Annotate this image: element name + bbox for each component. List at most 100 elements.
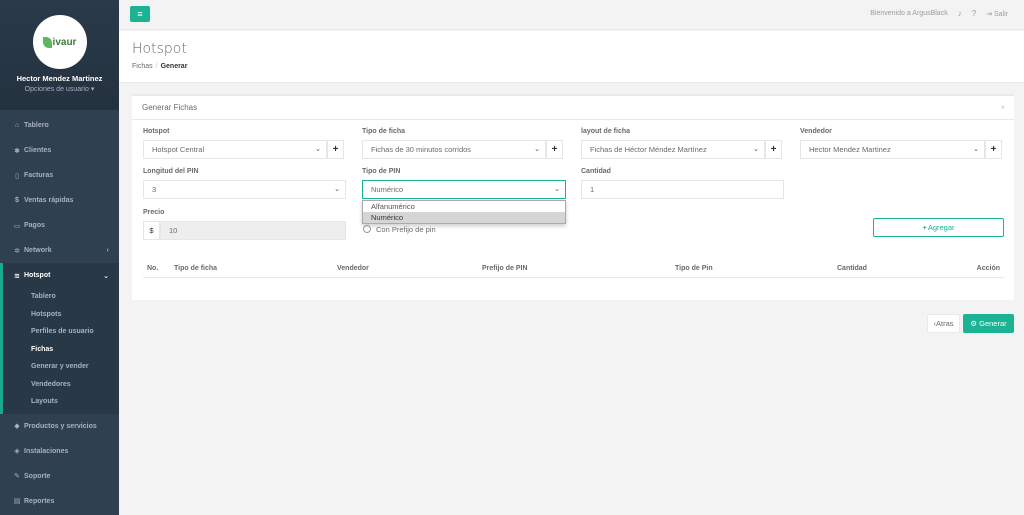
vendedor-label: Vendedor	[800, 128, 832, 135]
subitem-layouts[interactable]: Layouts	[3, 393, 119, 411]
sidebar-item-pagos[interactable]: ▭ Pagos	[0, 213, 119, 238]
tipo-pin-label: Tipo de PIN	[362, 168, 401, 175]
tag-icon: ◆	[14, 423, 20, 430]
sidebar-item-productos[interactable]: ◆ Productos y servicios	[0, 414, 119, 439]
hotspot-submenu: Tablero Hotspots Perfiles de usuario Fic…	[0, 288, 119, 414]
col-vendedor: Vendedor	[337, 265, 369, 272]
col-tipo-pin: Tipo de Pin	[675, 265, 713, 272]
plus-icon: +	[922, 223, 927, 232]
money-icon: ▭	[13, 222, 21, 230]
close-icon[interactable]: ×	[1000, 103, 1005, 112]
agregar-button[interactable]: + Agregar	[873, 218, 1004, 237]
top-right-area: Bienvenido a ArgusBlack ♪ ? ⇥ Salir	[870, 9, 1008, 18]
dashboard-icon: ⌂	[14, 122, 20, 129]
user-name: Hector Mendez Martinez	[16, 74, 103, 83]
diamond-icon: ◈	[14, 448, 20, 455]
option-alfanumerico[interactable]: Alfanumérico	[363, 201, 565, 212]
sidebar: ivaur Hector Mendez Martinez Opciones de…	[0, 0, 119, 515]
generar-button[interactable]: ⚙ Generar	[963, 314, 1014, 333]
table-header: No. Tipo de ficha Vendedor Prefijo de PI…	[143, 262, 1004, 278]
welcome-message: Bienvenido a ArgusBlack	[870, 10, 948, 17]
option-numerico[interactable]: Numérico	[363, 212, 565, 223]
currency-addon: $	[143, 221, 160, 240]
sidebar-item-clientes[interactable]: ✱ Clientes	[0, 138, 119, 163]
vendedor-select[interactable]: Hector Mendez Martinez ⌄	[800, 140, 985, 159]
chevron-left-icon: ‹	[106, 247, 109, 254]
sidebar-item-network[interactable]: ✲ Network ‹	[0, 238, 119, 263]
sidebar-nav: ⌂ Tablero ✱ Clientes ▯ Facturas $ Ventas ráp…	[0, 113, 119, 514]
gear-icon: ⚙	[970, 319, 978, 328]
sign-out-icon: ⇥	[986, 10, 993, 18]
page-heading: Hotspot Fichas / Generar	[119, 31, 1024, 83]
add-tipo-ficha-button[interactable]: +	[546, 140, 563, 159]
add-layout-button[interactable]: +	[765, 140, 782, 159]
tipo-pin-select[interactable]: Numérico ⌄	[362, 180, 566, 199]
user-options-dropdown[interactable]: Opciones de usuario ▾	[0, 85, 119, 93]
hotspot-select[interactable]: Hotspot Central ⌄	[143, 140, 327, 159]
help-icon[interactable]: ?	[972, 9, 976, 18]
longitud-pin-select[interactable]: 3 ⌄	[143, 180, 346, 199]
hamburger-icon: ≡	[137, 9, 143, 19]
col-cantidad: Cantidad	[837, 265, 867, 272]
leaf-icon	[42, 36, 52, 48]
logout-link[interactable]: ⇥ Salir	[986, 10, 1008, 18]
subitem-perfiles-usuario[interactable]: Perfiles de usuario	[3, 323, 119, 341]
subitem-fichas[interactable]: Fichas	[3, 341, 119, 359]
precio-label: Precio	[143, 209, 165, 216]
hotspot-label: Hotspot	[143, 128, 170, 135]
breadcrumb-fichas[interactable]: Fichas	[132, 63, 153, 70]
prefijo-radio[interactable]	[363, 225, 371, 233]
chevron-down-icon: ⌄	[103, 272, 109, 280]
longitud-pin-label: Longitud del PIN	[143, 168, 199, 175]
precio-input[interactable]: 10	[160, 221, 346, 240]
top-navbar: ≡ Bienvenido a ArgusBlack ♪ ? ⇥ Salir	[119, 0, 1024, 30]
panel-title: Generar Fichas	[132, 96, 1014, 120]
file-icon: ▯	[15, 172, 19, 180]
wifi-icon: ≋	[14, 272, 20, 280]
atras-button[interactable]: ‹ Atras	[927, 314, 960, 333]
subitem-hotspots[interactable]: Hotspots	[3, 306, 119, 324]
sitemap-icon: ✲	[14, 247, 20, 255]
chevron-down-icon: ⌄	[753, 146, 759, 153]
tipo-ficha-label: Tipo de ficha	[362, 128, 406, 135]
company-logo: ivaur	[32, 15, 87, 69]
menu-toggle-button[interactable]: ≡	[130, 6, 150, 22]
chevron-down-icon: ⌄	[534, 146, 540, 153]
breadcrumb: Fichas / Generar	[132, 63, 188, 70]
sidebar-item-facturas[interactable]: ▯ Facturas	[0, 163, 119, 188]
subitem-tablero[interactable]: Tablero	[3, 288, 119, 306]
cantidad-input[interactable]: 1	[581, 180, 784, 199]
plus-icon: +	[332, 144, 339, 155]
page-title: Hotspot	[132, 41, 187, 57]
subitem-vendedores[interactable]: Vendedores	[3, 376, 119, 394]
plus-icon: +	[770, 144, 777, 155]
sidebar-item-tablero[interactable]: ⌂ Tablero	[0, 113, 119, 138]
add-vendedor-button[interactable]: +	[985, 140, 1002, 159]
prefijo-radio-label: Con Prefijo de pin	[376, 225, 436, 234]
chevron-down-icon: ⌄	[315, 146, 321, 153]
book-icon: ▤	[13, 498, 21, 505]
layout-select[interactable]: Fichas de Héctor Méndez Martínez ⌄	[581, 140, 765, 159]
col-accion: Acción	[976, 265, 1000, 272]
col-prefijo-pin: Prefijo de PIN	[482, 265, 528, 272]
dollar-icon: $	[15, 197, 19, 204]
sidebar-item-instalaciones[interactable]: ◈ Instalaciones	[0, 439, 119, 464]
layout-label: layout de ficha	[581, 128, 631, 135]
tipo-ficha-select[interactable]: Fichas de 30 minutos corridos ⌄	[362, 140, 546, 159]
chevron-down-icon: ⌄	[554, 186, 560, 193]
bell-icon[interactable]: ♪	[958, 9, 962, 18]
sidebar-item-ventas-rapidas[interactable]: $ Ventas rápidas	[0, 188, 119, 213]
chevron-down-icon: ⌄	[334, 186, 340, 193]
plus-icon: +	[551, 144, 558, 155]
sidebar-item-soporte[interactable]: ✎ Soporte	[0, 464, 119, 489]
breadcrumb-current: Generar	[160, 63, 188, 70]
wrench-icon: ✎	[14, 473, 20, 480]
sidebar-item-reportes[interactable]: ▤ Reportes	[0, 489, 119, 514]
profile-block: ivaur Hector Mendez Martinez Opciones de…	[0, 0, 119, 110]
add-hotspot-button[interactable]: +	[327, 140, 344, 159]
col-tipo-ficha: Tipo de ficha	[174, 265, 218, 272]
tipo-pin-dropdown-list: Alfanumérico Numérico	[362, 200, 566, 224]
sidebar-item-hotspot[interactable]: ≋ Hotspot ⌄	[0, 263, 119, 288]
subitem-generar-vender[interactable]: Generar y vender	[3, 358, 119, 376]
chevron-down-icon: ⌄	[973, 146, 979, 153]
